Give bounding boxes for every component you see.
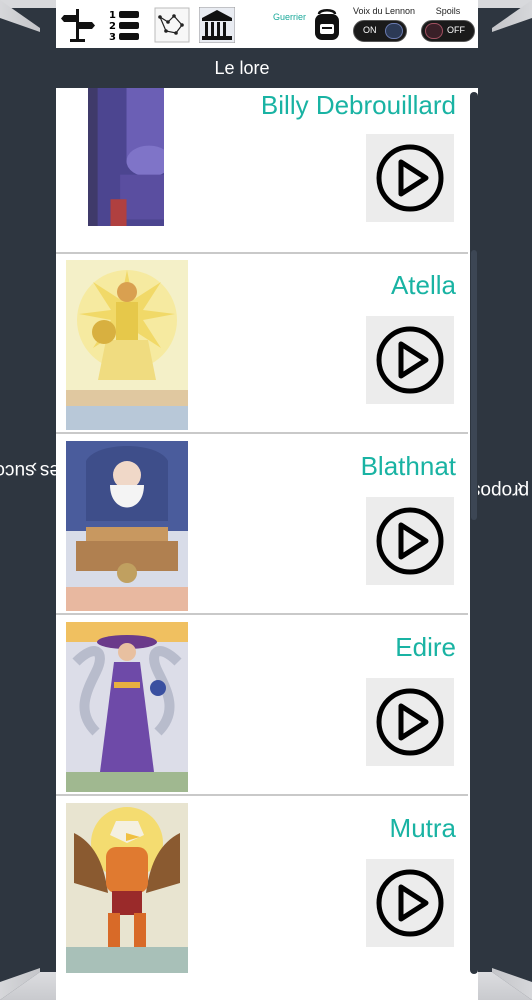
top-toolbar: 123 Guerrier Voix du Lennon ON Spoils OF… [56,4,478,44]
scrollbar-thumb[interactable] [471,250,477,520]
character-name: Edire [395,632,456,662]
character-portrait [66,441,188,611]
page-title: Le lore [214,57,270,78]
play-button[interactable] [366,134,454,222]
voice-toggle-knob [385,23,403,39]
play-button[interactable] [366,678,454,766]
character-list[interactable]: Billy Debrouillard Atella Blathnat Edire… [56,88,468,974]
list-item: Billy Debrouillard [56,88,468,254]
play-icon [376,688,444,756]
side-tab-achievements[interactable]: Les succès ‹ [0,380,71,560]
main-panel: 123 Guerrier Voix du Lennon ON Spoils OF… [56,0,478,1000]
spoils-toggle-block: Spoils OFF [421,6,475,42]
museum-icon[interactable] [199,7,235,43]
play-icon [376,326,444,394]
play-icon [376,144,444,212]
spoils-toggle-state: OFF [447,25,465,35]
chevron-down-icon: › [516,475,524,497]
list-item: Blathnat [56,435,468,615]
backpack-icon[interactable] [309,6,345,42]
play-button[interactable] [366,497,454,585]
play-icon [376,507,444,575]
scrollbar-track[interactable] [470,92,478,974]
character-name: Atella [390,270,456,300]
signpost-icon[interactable] [60,7,96,43]
list-item: Mutra [56,797,468,974]
character-portrait [66,803,188,973]
constellation-map-icon[interactable] [154,7,190,43]
side-tab-about[interactable]: À propos › [471,400,532,580]
character-name: Billy Debrouillard [260,90,456,120]
character-portrait [66,622,188,792]
list-item: Edire [56,616,468,796]
voice-toggle[interactable]: ON [353,20,407,42]
svg-text:3: 3 [109,32,116,43]
voice-toggle-state: ON [363,25,377,35]
list-item: Atella [56,254,468,434]
play-button[interactable] [366,859,454,947]
spoils-toggle[interactable]: OFF [421,20,475,42]
character-class-label: Guerrier [273,12,307,22]
svg-text:2: 2 [109,21,116,32]
play-icon [376,869,444,937]
voice-toggle-label: Voix du Lennon [353,6,416,16]
spoils-toggle-knob [425,23,443,39]
character-name: Blathnat [360,451,456,481]
character-name: Mutra [389,813,456,843]
ranking-list-icon[interactable]: 123 [106,7,142,43]
spoils-toggle-label: Spoils [435,6,461,16]
character-portrait [66,260,188,430]
voice-toggle-block: Voix du Lennon ON [353,6,415,42]
page-title-bar: Le lore [56,48,478,88]
chevron-up-icon: ‹ [30,455,38,477]
character-portrait [88,88,164,226]
svg-text:1: 1 [109,10,116,21]
play-button[interactable] [366,316,454,404]
